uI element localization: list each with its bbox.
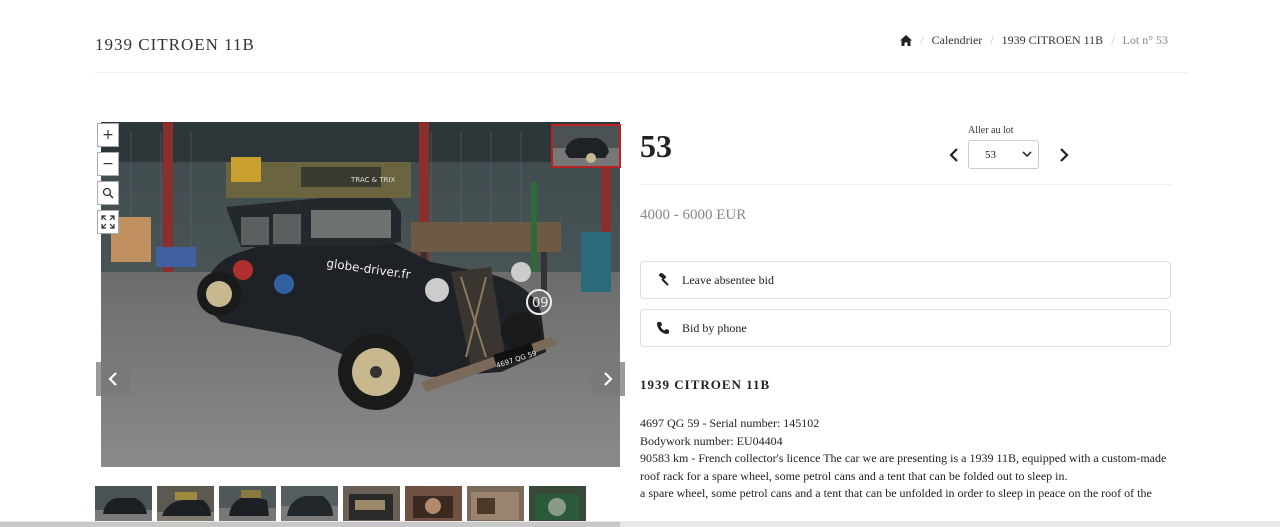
description-line: a spare wheel, some petrol cans and a te… [640,486,1152,500]
previous-lot-icon[interactable] [947,147,961,163]
estimate: 4000 - 6000 EUR [640,207,747,223]
description-line: 90583 km - French collector's licence Th… [640,451,1167,483]
home-icon[interactable] [900,35,913,46]
page-title: 1939 CITROEN 11B [95,35,255,54]
zoom-in-button[interactable]: + [97,123,119,147]
chevron-right-icon [604,372,613,386]
lot-divider [640,184,1171,185]
lot-photo[interactable]: TRAC & TRIX globe-driver.fr 09 4697 QG 5… [101,122,620,467]
chevron-down-icon [1022,151,1032,158]
breadcrumb-sale-link[interactable]: 1939 CITROEN 11B [1002,33,1104,48]
horizontal-scrollbar-thumb[interactable] [0,522,620,527]
zoom-out-icon: − [102,156,114,172]
goto-lot-value: 53 [985,148,996,161]
zoom-in-icon: + [102,127,114,143]
previous-image-button[interactable] [96,362,130,396]
breadcrumb-separator: / [920,33,924,47]
next-lot-icon[interactable] [1057,147,1071,163]
fullscreen-icon [101,215,115,229]
leave-absentee-bid-button[interactable]: Leave absentee bid [640,261,1171,299]
description-line: 4697 QG 59 - Serial number: 145102 [640,416,820,430]
car-number-text: 09 [532,296,549,311]
next-image-button[interactable] [591,362,625,396]
zoom-reset-button[interactable] [97,181,119,205]
leave-absentee-bid-label: Leave absentee bid [682,272,774,287]
breadcrumb-separator: / [1111,33,1115,47]
zoom-out-button[interactable]: − [97,152,119,176]
breadcrumb-current-lot: Lot n° 53 [1122,33,1168,47]
lot-number: 53 [640,128,672,164]
description-title: 1939 CITROEN 11B [640,377,771,392]
viewer-navigator-thumbnail[interactable] [551,124,621,168]
bid-by-phone-label: Bid by phone [682,320,747,335]
goto-lot-select[interactable]: 53 [968,140,1039,169]
breadcrumb: / Calendrier / 1939 CITROEN 11B / Lot n°… [900,33,1168,48]
image-viewer[interactable]: TRAC & TRIX globe-driver.fr 09 4697 QG 5… [95,122,626,467]
goto-lot-label: Aller au lot [968,125,1014,136]
phone-icon [657,322,669,334]
breadcrumb-separator: / [990,33,994,47]
breadcrumb-calendar-link[interactable]: Calendrier [932,33,983,48]
gavel-icon [658,273,669,286]
chevron-left-icon [108,372,117,386]
bid-by-phone-button[interactable]: Bid by phone [640,309,1171,347]
rack-sign-text: TRAC & TRIX [350,176,396,184]
magnifier-icon [102,187,114,199]
description-body: 4697 QG 59 - Serial number: 145102 Bodyw… [640,415,1170,503]
description-line: Bodywork number: EU04404 [640,433,783,448]
header-divider [95,72,1187,73]
fullscreen-button[interactable] [97,210,119,234]
